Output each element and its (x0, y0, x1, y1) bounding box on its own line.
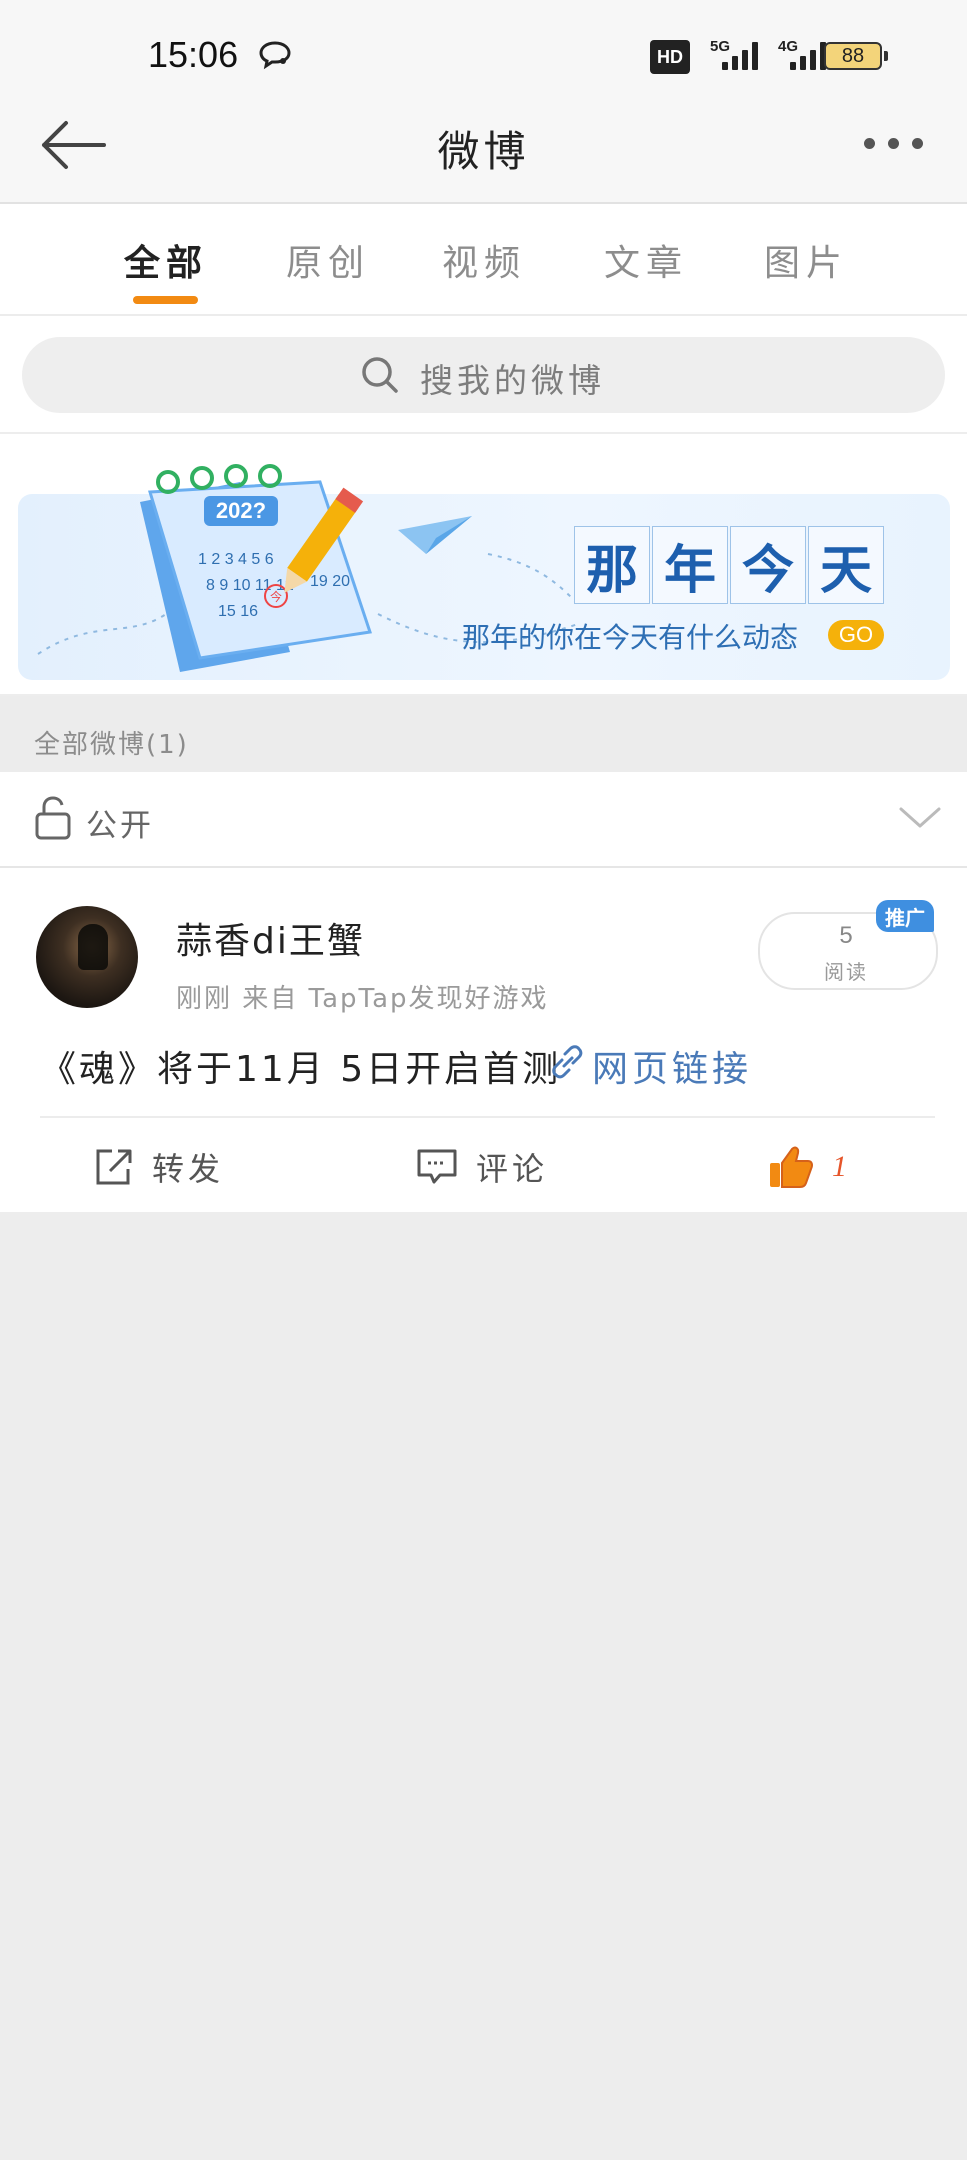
avatar-figure (78, 924, 108, 970)
calendar-illustration-icon: 202? 1 2 3 4 5 6 8 9 10 11 12 15 16 19 2… (140, 464, 372, 672)
tab-video[interactable]: 视频 (442, 234, 526, 286)
thumbs-up-icon (770, 1146, 813, 1188)
search-icon (362, 357, 398, 393)
tab-article[interactable]: 文章 (604, 234, 688, 286)
privacy-label: 公开 (86, 808, 154, 844)
calendar-year: 202? (216, 498, 266, 523)
banner-title: 那 年 今 天 (574, 526, 886, 606)
active-tab-indicator (133, 296, 198, 304)
calendar-days-row3: 15 16 (218, 603, 258, 620)
comment-icon (417, 1149, 457, 1184)
post-divider (40, 1116, 935, 1118)
chat-bubble-icon (259, 41, 291, 70)
banner-go-button[interactable]: GO (828, 620, 884, 650)
tab-image[interactable]: 图片 (764, 234, 848, 286)
more-dots-icon[interactable] (862, 138, 926, 150)
signal-5g-icon: 5G (700, 38, 766, 74)
battery-icon: 88 (824, 42, 882, 70)
hd-icon: HD (650, 40, 690, 74)
repost-button[interactable]: 转发 (94, 1142, 224, 1192)
status-time: 15:06 (148, 34, 239, 75)
calendar-today-mark: 今 (270, 589, 282, 604)
share-icon (96, 1149, 132, 1185)
search-placeholder: 搜我的微博 (420, 361, 605, 400)
banner-title-char: 那 (574, 526, 650, 604)
banner-title-char: 今 (730, 526, 806, 604)
like-button[interactable]: 1 (768, 1142, 847, 1192)
tab-all[interactable]: 全部 (124, 234, 208, 286)
signal-5g-label: 5G (710, 38, 731, 55)
calendar-days-row1: 1 2 3 4 5 6 (198, 551, 274, 568)
comment-button[interactable]: 评论 (416, 1142, 548, 1192)
tab-original[interactable]: 原创 (286, 234, 370, 286)
banner-title-char: 天 (808, 526, 884, 604)
comment-label: 评论 (476, 1150, 549, 1188)
web-link[interactable]: 网页链接 (592, 1040, 752, 1092)
signal-4g-label: 4G (778, 38, 799, 55)
read-label: 阅读 (824, 960, 868, 984)
repost-label: 转发 (152, 1150, 225, 1188)
battery-tip (884, 51, 888, 61)
calendar-days-row4: 19 20 (310, 573, 350, 590)
banner-subtitle: 那年的你在今天有什么动态 (462, 621, 799, 654)
post-meta: 刚刚 来自 TapTap发现好游戏 (176, 984, 549, 1014)
paper-plane-icon (398, 516, 472, 554)
section-label: 全部微博(1) (34, 730, 189, 760)
link-icon[interactable] (548, 1044, 586, 1080)
promote-badge[interactable]: 推广 (876, 900, 934, 932)
post-text: 《魂》将于11月 5日开启首测 (40, 1049, 562, 1090)
unlock-icon (35, 796, 71, 840)
chevron-down-icon[interactable] (898, 806, 942, 830)
like-count: 1 (832, 1150, 847, 1183)
post-author-name[interactable]: 蒜香di王蟹 (176, 912, 365, 964)
banner-title-char: 年 (652, 526, 728, 604)
page-title: 微博 (437, 127, 530, 176)
